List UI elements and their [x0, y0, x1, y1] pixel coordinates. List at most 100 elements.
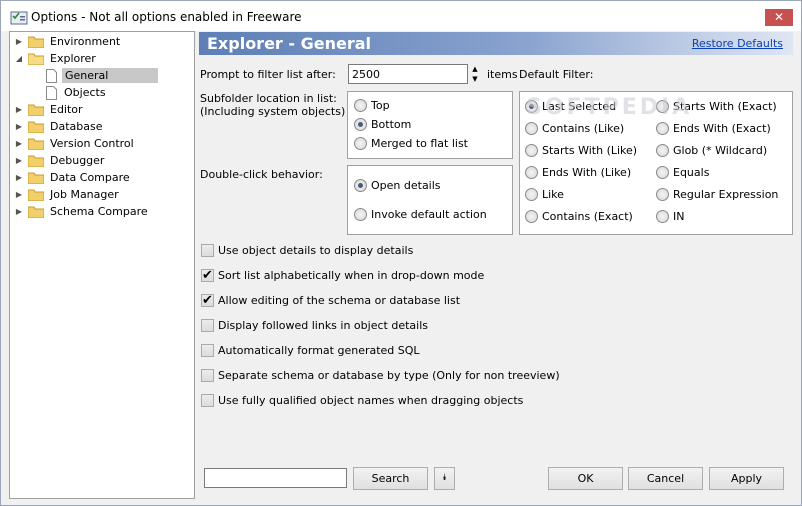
- radio-label: Contains (Like): [542, 122, 625, 135]
- checkbox-use-object-details[interactable]: Use object details to display details: [201, 244, 413, 257]
- chevron-right-icon[interactable]: ▶: [14, 37, 24, 46]
- tree-item-environment[interactable]: ▶ Environment: [14, 33, 122, 50]
- radio-open-details[interactable]: Open details: [354, 179, 441, 192]
- tree-item-objects[interactable]: Objects: [46, 84, 108, 101]
- radio-bottom[interactable]: Bottom: [354, 118, 411, 131]
- radio-label: Last Selected: [542, 100, 617, 113]
- checkbox-separate-schema[interactable]: Separate schema or database by type (Onl…: [201, 369, 560, 382]
- radio-merged[interactable]: Merged to flat list: [354, 137, 468, 150]
- radio-label: Equals: [673, 166, 710, 179]
- radio-button[interactable]: [525, 100, 538, 113]
- chevron-right-icon[interactable]: ▶: [14, 173, 24, 182]
- search-input[interactable]: [204, 468, 347, 488]
- chevron-right-icon[interactable]: ▶: [14, 190, 24, 199]
- checkbox[interactable]: [201, 344, 214, 357]
- checkbox[interactable]: [201, 369, 214, 382]
- radio-button[interactable]: [525, 188, 538, 201]
- tree-item-explorer[interactable]: ◢ Explorer: [14, 50, 98, 67]
- radio-button[interactable]: [354, 118, 367, 131]
- tree-item-data-compare[interactable]: ▶ Data Compare: [14, 169, 132, 186]
- radio-in[interactable]: IN: [656, 210, 684, 223]
- chevron-right-icon[interactable]: ▶: [14, 122, 24, 131]
- chevron-right-icon[interactable]: ▶: [14, 139, 24, 148]
- radio-button[interactable]: [656, 188, 669, 201]
- checkbox[interactable]: [201, 319, 214, 332]
- folder-icon: [28, 155, 44, 167]
- chevron-down-icon[interactable]: ◢: [14, 54, 24, 63]
- tree-item-version-control[interactable]: ▶ Version Control: [14, 135, 136, 152]
- prompt-filter-stepper[interactable]: ▲ ▼: [467, 64, 483, 84]
- radio-contains-like[interactable]: Contains (Like): [525, 122, 624, 135]
- arrow-down-icon[interactable]: ▼: [467, 74, 483, 84]
- radio-like[interactable]: Like: [525, 188, 564, 201]
- restore-defaults-link[interactable]: Restore Defaults: [692, 37, 783, 50]
- radio-label: Regular Expression: [673, 188, 779, 201]
- folder-icon: [28, 189, 44, 201]
- checkbox-display-followed-links[interactable]: Display followed links in object details: [201, 319, 428, 332]
- checkbox-label: Use object details to display details: [218, 244, 414, 257]
- default-filter-group: Last Selected Contains (Like) Starts Wit…: [519, 91, 793, 235]
- checkbox-sort-alphabetically[interactable]: ✔ Sort list alphabetically when in drop-…: [201, 269, 484, 282]
- radio-label: Open details: [371, 179, 441, 192]
- radio-button[interactable]: [525, 122, 538, 135]
- radio-button[interactable]: [354, 137, 367, 150]
- radio-starts-with-exact[interactable]: Starts With (Exact): [656, 100, 777, 113]
- radio-last-selected[interactable]: Last Selected: [525, 100, 616, 113]
- default-filter-label: Default Filter:: [519, 68, 594, 81]
- double-chevron-down-icon[interactable]: ⯯: [434, 467, 455, 490]
- checkbox-label: Use fully qualified object names when dr…: [218, 394, 524, 407]
- radio-regular-expression[interactable]: Regular Expression: [656, 188, 778, 201]
- search-button[interactable]: Search: [353, 467, 428, 490]
- radio-button[interactable]: [354, 179, 367, 192]
- radio-button[interactable]: [656, 122, 669, 135]
- ok-button[interactable]: OK: [548, 467, 623, 490]
- checkbox-auto-format-sql[interactable]: Automatically format generated SQL: [201, 344, 420, 357]
- radio-label: Ends With (Exact): [673, 122, 771, 135]
- radio-glob[interactable]: Glob (* Wildcard): [656, 144, 767, 157]
- tree-item-debugger[interactable]: ▶ Debugger: [14, 152, 106, 169]
- checkbox-fully-qualified-names[interactable]: Use fully qualified object names when dr…: [201, 394, 523, 407]
- tree-item-label: Editor: [50, 103, 83, 116]
- page-header: Explorer - General Restore Defaults: [199, 32, 793, 55]
- checkbox[interactable]: ✔: [201, 294, 214, 307]
- radio-label: Starts With (Exact): [673, 100, 777, 113]
- tree-item-schema-compare[interactable]: ▶ Schema Compare: [14, 203, 150, 220]
- checkbox-label: Allow editing of the schema or database …: [218, 294, 461, 307]
- radio-button[interactable]: [525, 210, 538, 223]
- checkbox[interactable]: [201, 394, 214, 407]
- checkbox[interactable]: [201, 244, 214, 257]
- radio-ends-with-like[interactable]: Ends With (Like): [525, 166, 631, 179]
- prompt-filter-input[interactable]: 2500: [348, 64, 468, 84]
- radio-starts-with-like[interactable]: Starts With (Like): [525, 144, 637, 157]
- apply-button[interactable]: Apply: [709, 467, 784, 490]
- checkbox[interactable]: ✔: [201, 269, 214, 282]
- tree-item-editor[interactable]: ▶ Editor: [14, 101, 85, 118]
- radio-invoke-default[interactable]: Invoke default action: [354, 208, 487, 221]
- radio-button[interactable]: [525, 166, 538, 179]
- close-button[interactable]: ✕: [765, 9, 793, 26]
- radio-button[interactable]: [354, 99, 367, 112]
- tree-item-job-manager[interactable]: ▶ Job Manager: [14, 186, 121, 203]
- radio-button[interactable]: [525, 144, 538, 157]
- options-app-icon: [10, 11, 28, 25]
- arrow-up-icon[interactable]: ▲: [467, 64, 483, 74]
- folder-icon: [28, 121, 44, 133]
- tree-item-general[interactable]: General: [46, 67, 159, 84]
- tree-item-database[interactable]: ▶ Database: [14, 118, 105, 135]
- radio-contains-exact[interactable]: Contains (Exact): [525, 210, 633, 223]
- tree-item-label: Database: [50, 120, 103, 133]
- radio-ends-with-exact[interactable]: Ends With (Exact): [656, 122, 771, 135]
- chevron-right-icon[interactable]: ▶: [14, 105, 24, 114]
- checkbox-allow-editing[interactable]: ✔ Allow editing of the schema or databas…: [201, 294, 460, 307]
- radio-button[interactable]: [656, 100, 669, 113]
- radio-top[interactable]: Top: [354, 99, 390, 112]
- radio-button[interactable]: [656, 144, 669, 157]
- radio-button[interactable]: [656, 210, 669, 223]
- radio-button[interactable]: [656, 166, 669, 179]
- cancel-button[interactable]: Cancel: [628, 467, 703, 490]
- radio-button[interactable]: [354, 208, 367, 221]
- folder-icon: [28, 206, 44, 218]
- chevron-right-icon[interactable]: ▶: [14, 156, 24, 165]
- chevron-right-icon[interactable]: ▶: [14, 207, 24, 216]
- radio-equals[interactable]: Equals: [656, 166, 709, 179]
